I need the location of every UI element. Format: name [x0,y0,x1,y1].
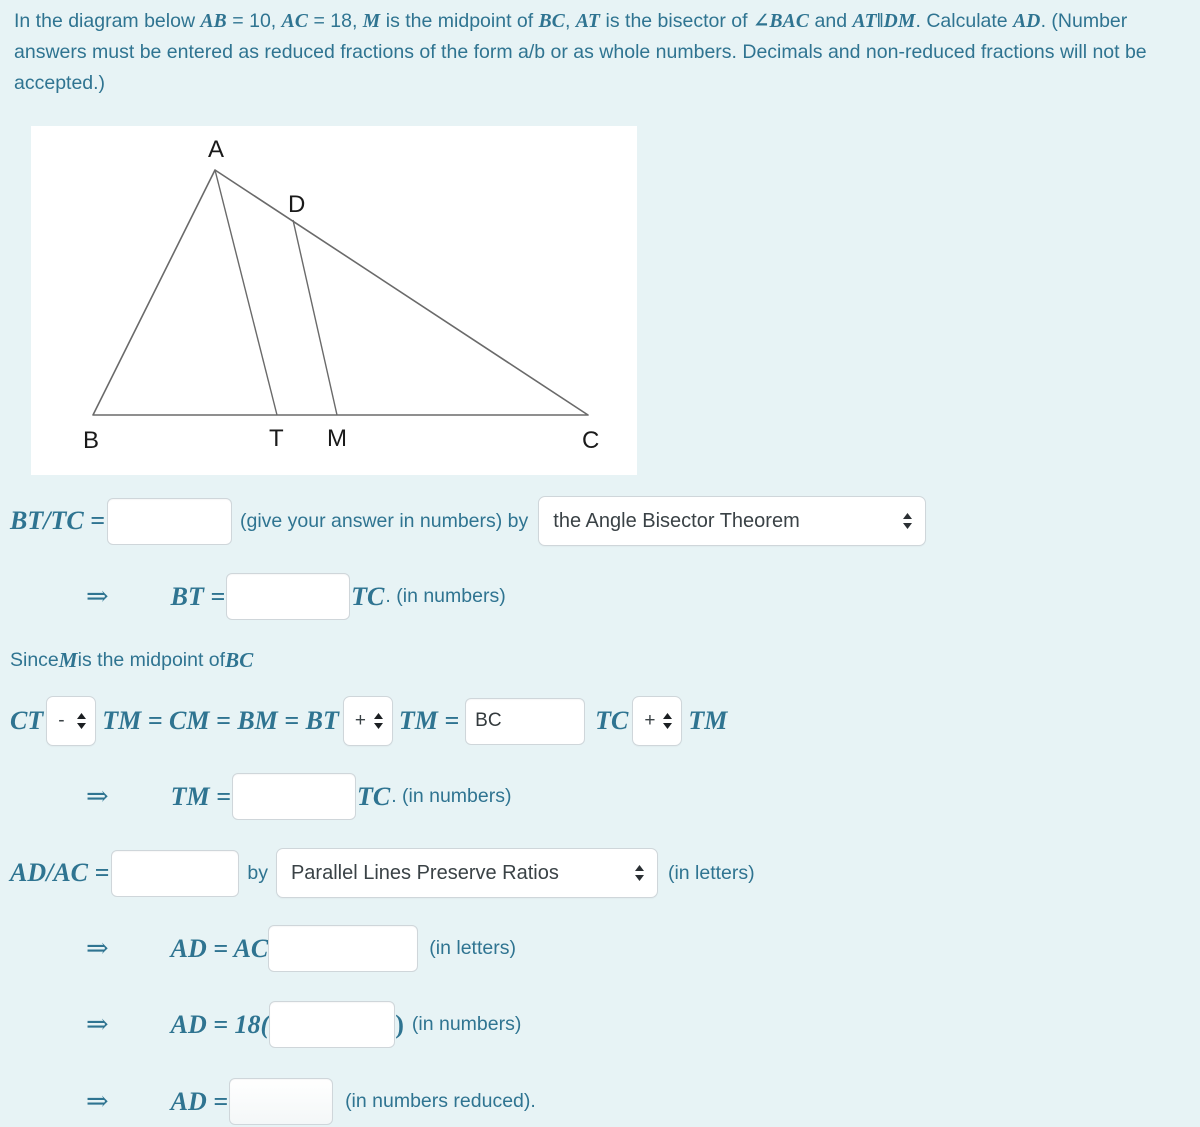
parallel-lines-ratio-select[interactable]: Parallel Lines Preserve Ratios [275,848,658,898]
problem-bisector-text: is the bisector of [600,10,753,32]
row-since-midpoint: Since M is the midpoint of BC [10,648,254,673]
problem-calculate-text: . Calculate [915,10,1014,32]
operator-select-3-value: + [644,710,656,731]
label-m: M [327,425,347,452]
ad-18-factor-input[interactable] [269,1001,396,1048]
math-at-parallel-dm: AT‖DM [852,11,916,32]
row5-arrow: ⇒ [86,781,109,811]
row1-label: BT/TC = [10,506,105,535]
operator-select-3[interactable]: + [632,696,683,746]
angle-bisector-theorem-select[interactable]: the Angle Bisector Theorem [538,496,927,546]
problem-text-intro: In the diagram below [14,10,201,32]
row5-suffix-hint: . (in numbers) [391,785,512,807]
label-a: A [208,136,224,163]
row-bt-tc: BT/TC = (give your answer in numbers) by… [10,496,927,546]
row4-ct: CT [10,706,44,735]
exercise-page: In the diagram below AB = 10, AC = 18, M… [0,0,1200,1127]
row3-midpoint-text: is the midpoint of [77,649,226,671]
problem-ab-value: = 10, [226,10,282,32]
bt-coefficient-input[interactable] [226,573,351,620]
problem-comma: , [565,10,576,32]
row9-hint: (in numbers reduced). [345,1090,536,1112]
math-at: AT [575,11,601,32]
problem-statement: In the diagram below AB = 10, AC = 18, M… [14,6,1174,99]
operator-select-2[interactable]: + [342,696,393,746]
operator-select-2-value: + [354,710,366,731]
chevron-updown-icon [77,713,87,729]
chevron-updown-icon [903,513,913,529]
row8-label: AD = 18( [170,1009,270,1039]
row6-label: AD/AC = [10,858,110,887]
row9-label: AD = [170,1086,229,1116]
parallel-lines-ratio-select-value: Parallel Lines Preserve Ratios [290,861,559,884]
row2-suffix-hint: . (in numbers) [385,585,506,607]
tm-coefficient-input[interactable] [231,773,356,820]
operator-select-1[interactable]: - [46,696,97,746]
math-ad: AD [1013,11,1041,32]
triangle-outline [92,169,589,416]
row7-arrow: ⇒ [86,933,109,963]
row8-hint: (in numbers) [411,1013,522,1035]
row4-tm2: TM = [398,706,460,735]
triangle-diagram-svg: A B C D T M [83,136,599,454]
ad-ac-ratio-input[interactable] [111,849,240,897]
bc-expression-input[interactable] [465,697,586,745]
math-m: M [362,11,381,32]
bt-tc-ratio-input[interactable] [107,497,232,545]
row4-tm-chain: TM = CM = BM = BT [102,706,339,735]
math-ac: AC [281,11,309,32]
row1-hint: (give your answer in numbers) by [240,509,529,532]
chevron-updown-icon [634,865,644,881]
segment-dm [292,219,338,416]
row2-arrow: ⇒ [86,581,109,611]
row9-arrow: ⇒ [86,1086,109,1116]
label-b: B [83,427,99,454]
label-d: D [288,191,305,218]
row5-suffix-math: TC [356,781,391,811]
row-tm-equals: ⇒ TM = TC . (in numbers) [86,773,511,820]
operator-select-1-value: - [58,710,65,731]
math-angle-bac: ∠BAC [752,11,810,32]
row5-label: TM = [170,781,231,811]
chevron-updown-icon [663,713,673,729]
math-ab: AB [200,11,227,32]
row2-suffix-math: TC [351,581,385,611]
chevron-updown-icon [373,713,383,729]
row4-tc: TC [595,706,629,735]
row6-hint: (in letters) [667,861,755,884]
row6-by: by [247,861,268,884]
problem-midpoint-text: is the midpoint of [380,10,539,32]
row-ct-tm-equation: CT - TM = CM = BM = BT + TM = TC + [10,696,727,746]
math-bc: BC [538,11,566,32]
label-t: T [269,425,284,452]
row-ad-equals-ac: ⇒ AD = AC (in letters) [86,925,516,972]
problem-and: and [809,10,853,32]
row8-arrow: ⇒ [86,1009,109,1039]
row3-math-m: M [58,648,78,672]
problem-ac-value: = 18, [308,10,363,32]
row7-label: AD = AC [170,933,269,963]
ad-final-answer-input[interactable] [229,1078,334,1125]
row3-since: Since [10,649,59,671]
triangle-diagram-panel: A B C D T M [31,126,637,475]
row8-close-paren: ) [395,1009,404,1039]
segment-at [214,169,278,416]
row-ad-equals-18: ⇒ AD = 18( ) (in numbers) [86,1001,521,1048]
angle-bisector-theorem-select-value: the Angle Bisector Theorem [553,509,800,532]
row3-math-bc: BC [225,648,254,672]
row7-hint: (in letters) [429,937,516,959]
label-c: C [582,427,599,454]
row4-tm3: TM [688,706,728,735]
row-bt-equals: ⇒ BT = TC . (in numbers) [86,573,506,620]
row2-label: BT = [170,581,226,611]
ad-ac-letters-input[interactable] [268,925,419,972]
row-ad-ac: AD/AC = by Parallel Lines Preserve Ratio… [10,848,755,898]
row-ad-final: ⇒ AD = (in numbers reduced). [86,1078,536,1125]
